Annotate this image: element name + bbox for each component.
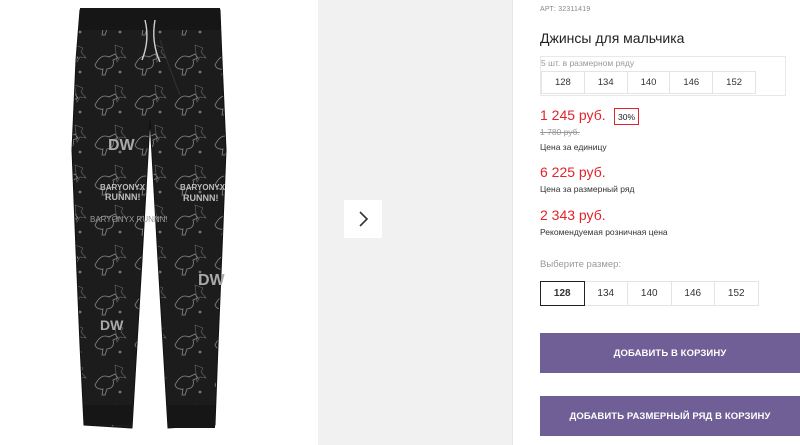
- add-to-cart-button[interactable]: ДОБАВИТЬ В КОРЗИНУ: [540, 333, 800, 373]
- size-range-item: 134: [583, 71, 628, 94]
- price-unit-note: Цена за единицу: [540, 142, 607, 152]
- print-text: DW: [198, 272, 226, 289]
- size-option-134[interactable]: 134: [583, 281, 628, 306]
- print-text: RUNNN!: [183, 193, 219, 203]
- vertical-divider: [512, 0, 513, 445]
- add-range-to-cart-button[interactable]: ДОБАВИТЬ РАЗМЕРНЫЙ РЯД В КОРЗИНУ: [540, 396, 800, 436]
- print-text: BARYONYX: [180, 183, 226, 192]
- price-old: 1 780 руб.: [540, 127, 580, 137]
- chevron-right-icon: [359, 211, 369, 227]
- price-retail-note: Рекомендуемая розничная цена: [540, 227, 668, 237]
- print-text: RUNNN!: [105, 192, 141, 202]
- print-text: BARYONYX RUNNN!: [90, 215, 168, 224]
- size-select-label: Выберите размер:: [540, 259, 622, 270]
- size-range-item: 128: [541, 71, 585, 94]
- size-selector: 128 134 140 146 152: [540, 281, 759, 306]
- size-option-128[interactable]: 128: [540, 281, 585, 306]
- size-option-152[interactable]: 152: [714, 281, 759, 306]
- gallery-next-button[interactable]: [344, 200, 382, 238]
- size-range-caption: 5 шт. в размерном ряду: [541, 58, 635, 68]
- size-range-item: 140: [626, 71, 671, 94]
- print-text: BARYONYX: [100, 183, 146, 192]
- price-range-note: Цена за размерный ряд: [540, 184, 635, 194]
- print-text: DW: [100, 317, 124, 333]
- product-photo: BARYONYX RUNNN! BARYONYX RUNNN! BARYONYX…: [71, 8, 227, 429]
- price-current: 1 245 руб.: [540, 107, 606, 123]
- size-option-140[interactable]: 140: [627, 281, 672, 306]
- size-range-box: 5 шт. в размерном ряду 128 134 140 146 1…: [540, 56, 786, 96]
- print-text: DW: [108, 137, 136, 154]
- size-range-item: 146: [669, 71, 714, 94]
- price-retail: 2 343 руб.: [540, 207, 606, 223]
- product-article: АРТ: 32311419: [540, 6, 591, 13]
- price-range: 6 225 руб.: [540, 164, 606, 180]
- size-range-item: 152: [712, 71, 756, 94]
- gallery-secondary-panel: [318, 0, 512, 445]
- size-option-146[interactable]: 146: [670, 281, 715, 306]
- product-image-main: BARYONYX RUNNN! BARYONYX RUNNN! BARYONYX…: [0, 0, 310, 445]
- discount-badge: 30%: [614, 108, 640, 125]
- product-title: Джинсы для мальчика: [540, 30, 685, 46]
- size-range-list: 128 134 140 146 152: [541, 71, 756, 94]
